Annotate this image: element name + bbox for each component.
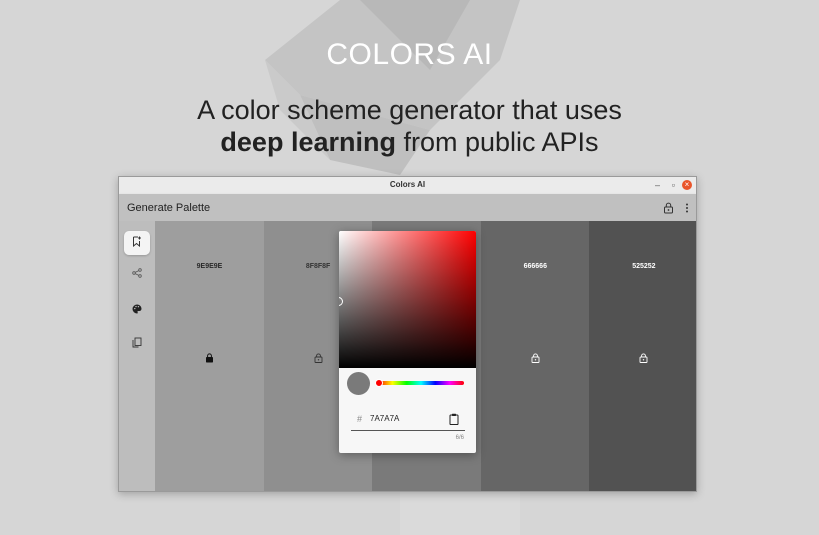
saturation-value-area[interactable] bbox=[339, 231, 476, 368]
color-picker-popup: # 6/6 bbox=[339, 231, 476, 453]
hue-slider[interactable] bbox=[378, 381, 464, 385]
app-bar-title: Generate Palette bbox=[127, 202, 211, 214]
share-button[interactable] bbox=[124, 262, 150, 286]
bookmark-add-icon bbox=[132, 234, 142, 252]
lock-icon[interactable] bbox=[205, 350, 214, 368]
hex-char-counter: 6/6 bbox=[455, 435, 464, 441]
swatch-column[interactable]: 9E9E9E bbox=[155, 221, 264, 491]
lock-open-icon[interactable] bbox=[639, 350, 648, 368]
hash-icon: # bbox=[357, 414, 363, 424]
palette-icon bbox=[132, 301, 142, 319]
lock-open-icon[interactable] bbox=[531, 350, 540, 368]
swatch-hex-label[interactable]: 666666 bbox=[481, 263, 590, 270]
swatch-column[interactable]: 666666 bbox=[480, 221, 590, 491]
hero-subtitle: A color scheme generator that uses deep … bbox=[0, 94, 819, 158]
palette-button[interactable] bbox=[124, 298, 150, 322]
window-title: Colors AI bbox=[389, 180, 426, 189]
hero-subtitle-line1: A color scheme generator that uses bbox=[197, 95, 622, 125]
hue-slider-handle[interactable] bbox=[375, 379, 383, 387]
paste-button[interactable] bbox=[449, 412, 459, 430]
copy-icon bbox=[132, 335, 142, 353]
swatch-hex-label[interactable]: 525252 bbox=[589, 263, 696, 270]
hero-subtitle-bold: deep learning bbox=[220, 127, 396, 157]
hero-title: COLORS AI bbox=[326, 38, 493, 71]
bookmark-add-button[interactable] bbox=[124, 231, 150, 255]
window-titlebar[interactable]: Colors AI – ▫ × bbox=[119, 177, 696, 195]
hex-input-underline bbox=[351, 430, 465, 431]
copy-button[interactable] bbox=[124, 332, 150, 356]
maximize-button[interactable]: ▫ bbox=[672, 180, 675, 190]
swatch-column[interactable]: 525252 bbox=[589, 221, 696, 491]
share-icon bbox=[132, 265, 142, 283]
color-preview bbox=[347, 372, 370, 395]
hero-subtitle-rest: from public APIs bbox=[395, 127, 599, 157]
lock-all-icon[interactable] bbox=[663, 201, 674, 219]
app-bar: Generate Palette bbox=[119, 194, 696, 221]
clipboard-icon bbox=[449, 412, 459, 429]
side-rail bbox=[119, 221, 155, 491]
swatch-hex-label[interactable]: 9E9E9E bbox=[155, 263, 264, 270]
hero-subtitle-line2: deep learning from public APIs bbox=[0, 126, 819, 158]
more-vert-icon[interactable] bbox=[685, 201, 689, 219]
close-button[interactable]: × bbox=[682, 180, 692, 190]
minimize-button[interactable]: – bbox=[655, 180, 660, 190]
hex-input[interactable] bbox=[370, 414, 450, 423]
lock-open-icon[interactable] bbox=[314, 350, 323, 368]
